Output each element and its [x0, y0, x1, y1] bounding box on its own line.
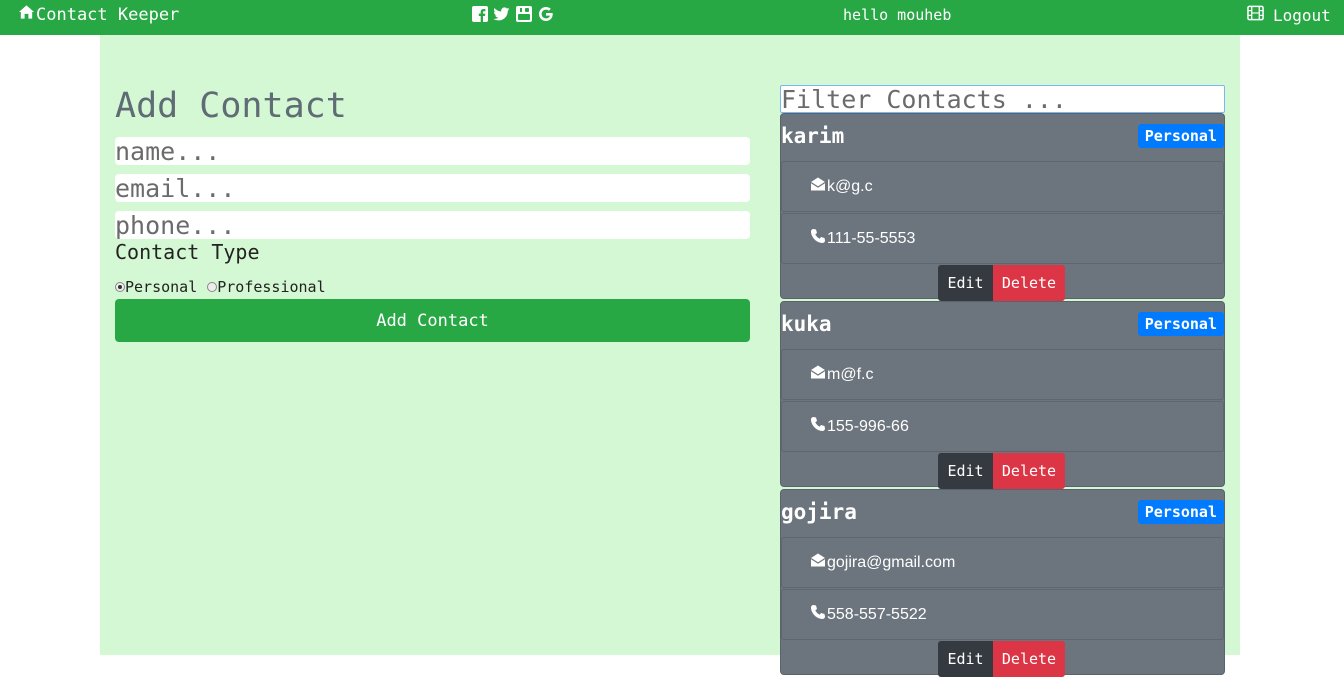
facebook-icon[interactable] [471, 5, 488, 22]
contact-email: k@g.c [827, 177, 873, 195]
social-links [471, 5, 554, 22]
logout-link[interactable]: Logout [1247, 5, 1331, 25]
edit-button[interactable]: Edit [938, 265, 993, 301]
personal-radio[interactable] [115, 282, 125, 292]
contact-email: m@f.c [827, 365, 874, 383]
contact-email-row: m@f.c [781, 349, 1224, 400]
contact-name: kuka [781, 312, 832, 336]
contact-type-badge: Personal [1137, 312, 1224, 336]
delete-button[interactable]: Delete [993, 265, 1065, 301]
personal-radio-label: Personal [125, 278, 198, 296]
card-actions: Edit Delete [938, 641, 1065, 677]
brand-link[interactable]: Contact Keeper [18, 4, 179, 25]
envelope-open-icon [810, 364, 827, 385]
phone-input[interactable] [115, 211, 750, 239]
contact-email-row: k@g.c [781, 161, 1224, 212]
contact-email: gojira@gmail.com [827, 553, 956, 571]
contact-phone-row: 155-996-66 [781, 401, 1224, 452]
delete-button[interactable]: Delete [993, 641, 1065, 677]
professional-radio-label: Professional [217, 278, 326, 296]
home-icon [18, 4, 36, 25]
main-container: Add Contact Contact Type Personal Profes… [100, 35, 1240, 677]
name-input[interactable] [115, 137, 750, 165]
edit-button[interactable]: Edit [938, 453, 993, 489]
delete-button[interactable]: Delete [993, 453, 1065, 489]
contact-name: gojira [781, 500, 857, 524]
contact-card: karim Personal k@g.c 111-55-5553 Edit De… [780, 113, 1225, 301]
contact-card: kuka Personal m@f.c 155-996-66 Edit Dele… [780, 301, 1225, 489]
navbar: Contact Keeper hello mouheb Logout [0, 0, 1344, 35]
envelope-open-icon [810, 552, 827, 573]
contact-type-badge: Personal [1137, 500, 1224, 524]
contact-phone: 558-557-5522 [827, 605, 927, 623]
add-contact-button[interactable]: Add Contact [115, 299, 750, 342]
contact-phone-row: 558-557-5522 [781, 589, 1224, 640]
email-input[interactable] [115, 174, 750, 202]
card-actions: Edit Delete [938, 453, 1065, 489]
contact-phone: 155-996-66 [827, 417, 909, 435]
form-title: Add Contact [115, 86, 347, 126]
envelope-open-icon [810, 176, 827, 197]
contact-phone-row: 111-55-5553 [781, 213, 1224, 264]
youtube-icon[interactable] [515, 5, 532, 22]
contact-email-row: gojira@gmail.com [781, 537, 1224, 588]
contact-type-label: Contact Type [115, 240, 260, 264]
professional-radio[interactable] [207, 282, 218, 292]
logout-label: Logout [1273, 5, 1331, 25]
phone-icon [810, 228, 827, 249]
contact-type-badge: Personal [1137, 124, 1224, 148]
phone-icon [810, 416, 827, 437]
brand-title: Contact Keeper [36, 4, 180, 25]
google-icon[interactable] [537, 5, 554, 22]
contact-name: karim [781, 124, 845, 148]
filter-contacts-input[interactable] [780, 85, 1225, 113]
contact-type-group: Personal Professional [115, 278, 326, 296]
phone-icon [810, 604, 827, 625]
film-icon [1247, 5, 1264, 25]
contact-card: gojira Personal gojira@gmail.com 558-557… [780, 489, 1225, 677]
edit-button[interactable]: Edit [938, 641, 993, 677]
greeting-text: hello mouheb [843, 6, 952, 24]
twitter-icon[interactable] [493, 5, 510, 22]
card-actions: Edit Delete [938, 265, 1065, 301]
contact-phone: 111-55-5553 [827, 229, 916, 247]
